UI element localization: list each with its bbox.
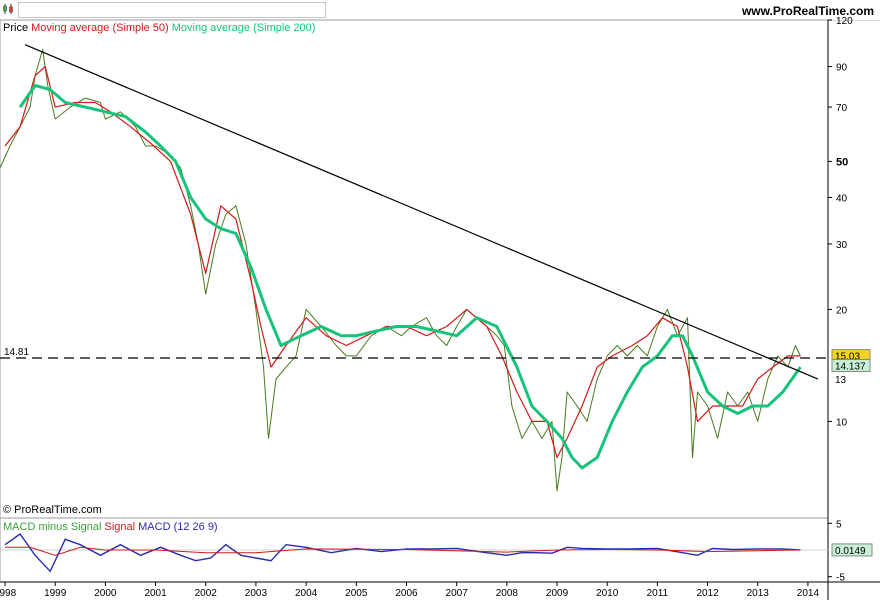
x-tick-label: 2007 <box>446 588 469 599</box>
legend-signal: Signal <box>104 521 136 533</box>
x-tick-label: 1998 <box>0 588 17 599</box>
x-tick-label: 2000 <box>94 588 117 599</box>
chart-area: 1209070504030201019981999200020012002200… <box>0 16 880 600</box>
macd-y-tick-label: -5 <box>836 573 845 584</box>
x-tick-label: 2002 <box>195 588 218 599</box>
legend-macd-minus-signal: MACD minus Signal <box>3 521 102 533</box>
y-tick-label: 40 <box>836 193 848 204</box>
x-tick-label: 2013 <box>747 588 770 599</box>
x-tick-label: 2006 <box>395 588 418 599</box>
x-tick-label: 1999 <box>44 588 67 599</box>
y-tick-label: 20 <box>836 305 848 316</box>
price-tag: 13 <box>835 375 847 386</box>
x-tick-label: 2010 <box>596 588 619 599</box>
y-tick-label: 70 <box>836 103 848 114</box>
y-tick-label: 30 <box>836 240 848 251</box>
x-tick-label: 2014 <box>797 588 820 599</box>
x-tick-label: 2004 <box>295 588 318 599</box>
price-tag: 14.137 <box>831 358 871 372</box>
legend-ma200: Moving average (Simple 200) <box>171 22 316 34</box>
x-tick-label: 2005 <box>345 588 368 599</box>
x-tick-label: 2003 <box>245 588 268 599</box>
y-tick-label: 10 <box>836 417 848 428</box>
y-tick-label: 50 <box>836 156 848 168</box>
x-tick-label: 2008 <box>496 588 519 599</box>
legend-ma50: Moving average (Simple 50) <box>31 22 169 34</box>
macd-last-label: 0.0149 <box>835 546 866 557</box>
y-tick-label: 90 <box>836 62 848 73</box>
x-tick-label: 2012 <box>696 588 719 599</box>
level-label: 14.81 <box>4 347 29 358</box>
price-tag-label: 14.137 <box>835 361 866 372</box>
y-tick-label: 120 <box>836 16 853 27</box>
watermark: © ProRealTime.com <box>3 504 102 516</box>
legend-macd: MACD (12 26 9) <box>138 521 218 533</box>
x-tick-label: 2001 <box>144 588 167 599</box>
macd-legend: MACD minus Signal Signal MACD (12 26 9) <box>3 521 218 533</box>
legend-price: Price <box>3 22 29 34</box>
price-tag-label: 13 <box>835 375 847 386</box>
macd-y-tick-label: 5 <box>836 519 842 530</box>
price-panel-frame <box>0 19 829 519</box>
x-tick-label: 2009 <box>546 588 569 599</box>
x-tick-label: 2011 <box>647 588 669 599</box>
price-legend: Price Moving average (Simple 50) Moving … <box>3 22 315 34</box>
